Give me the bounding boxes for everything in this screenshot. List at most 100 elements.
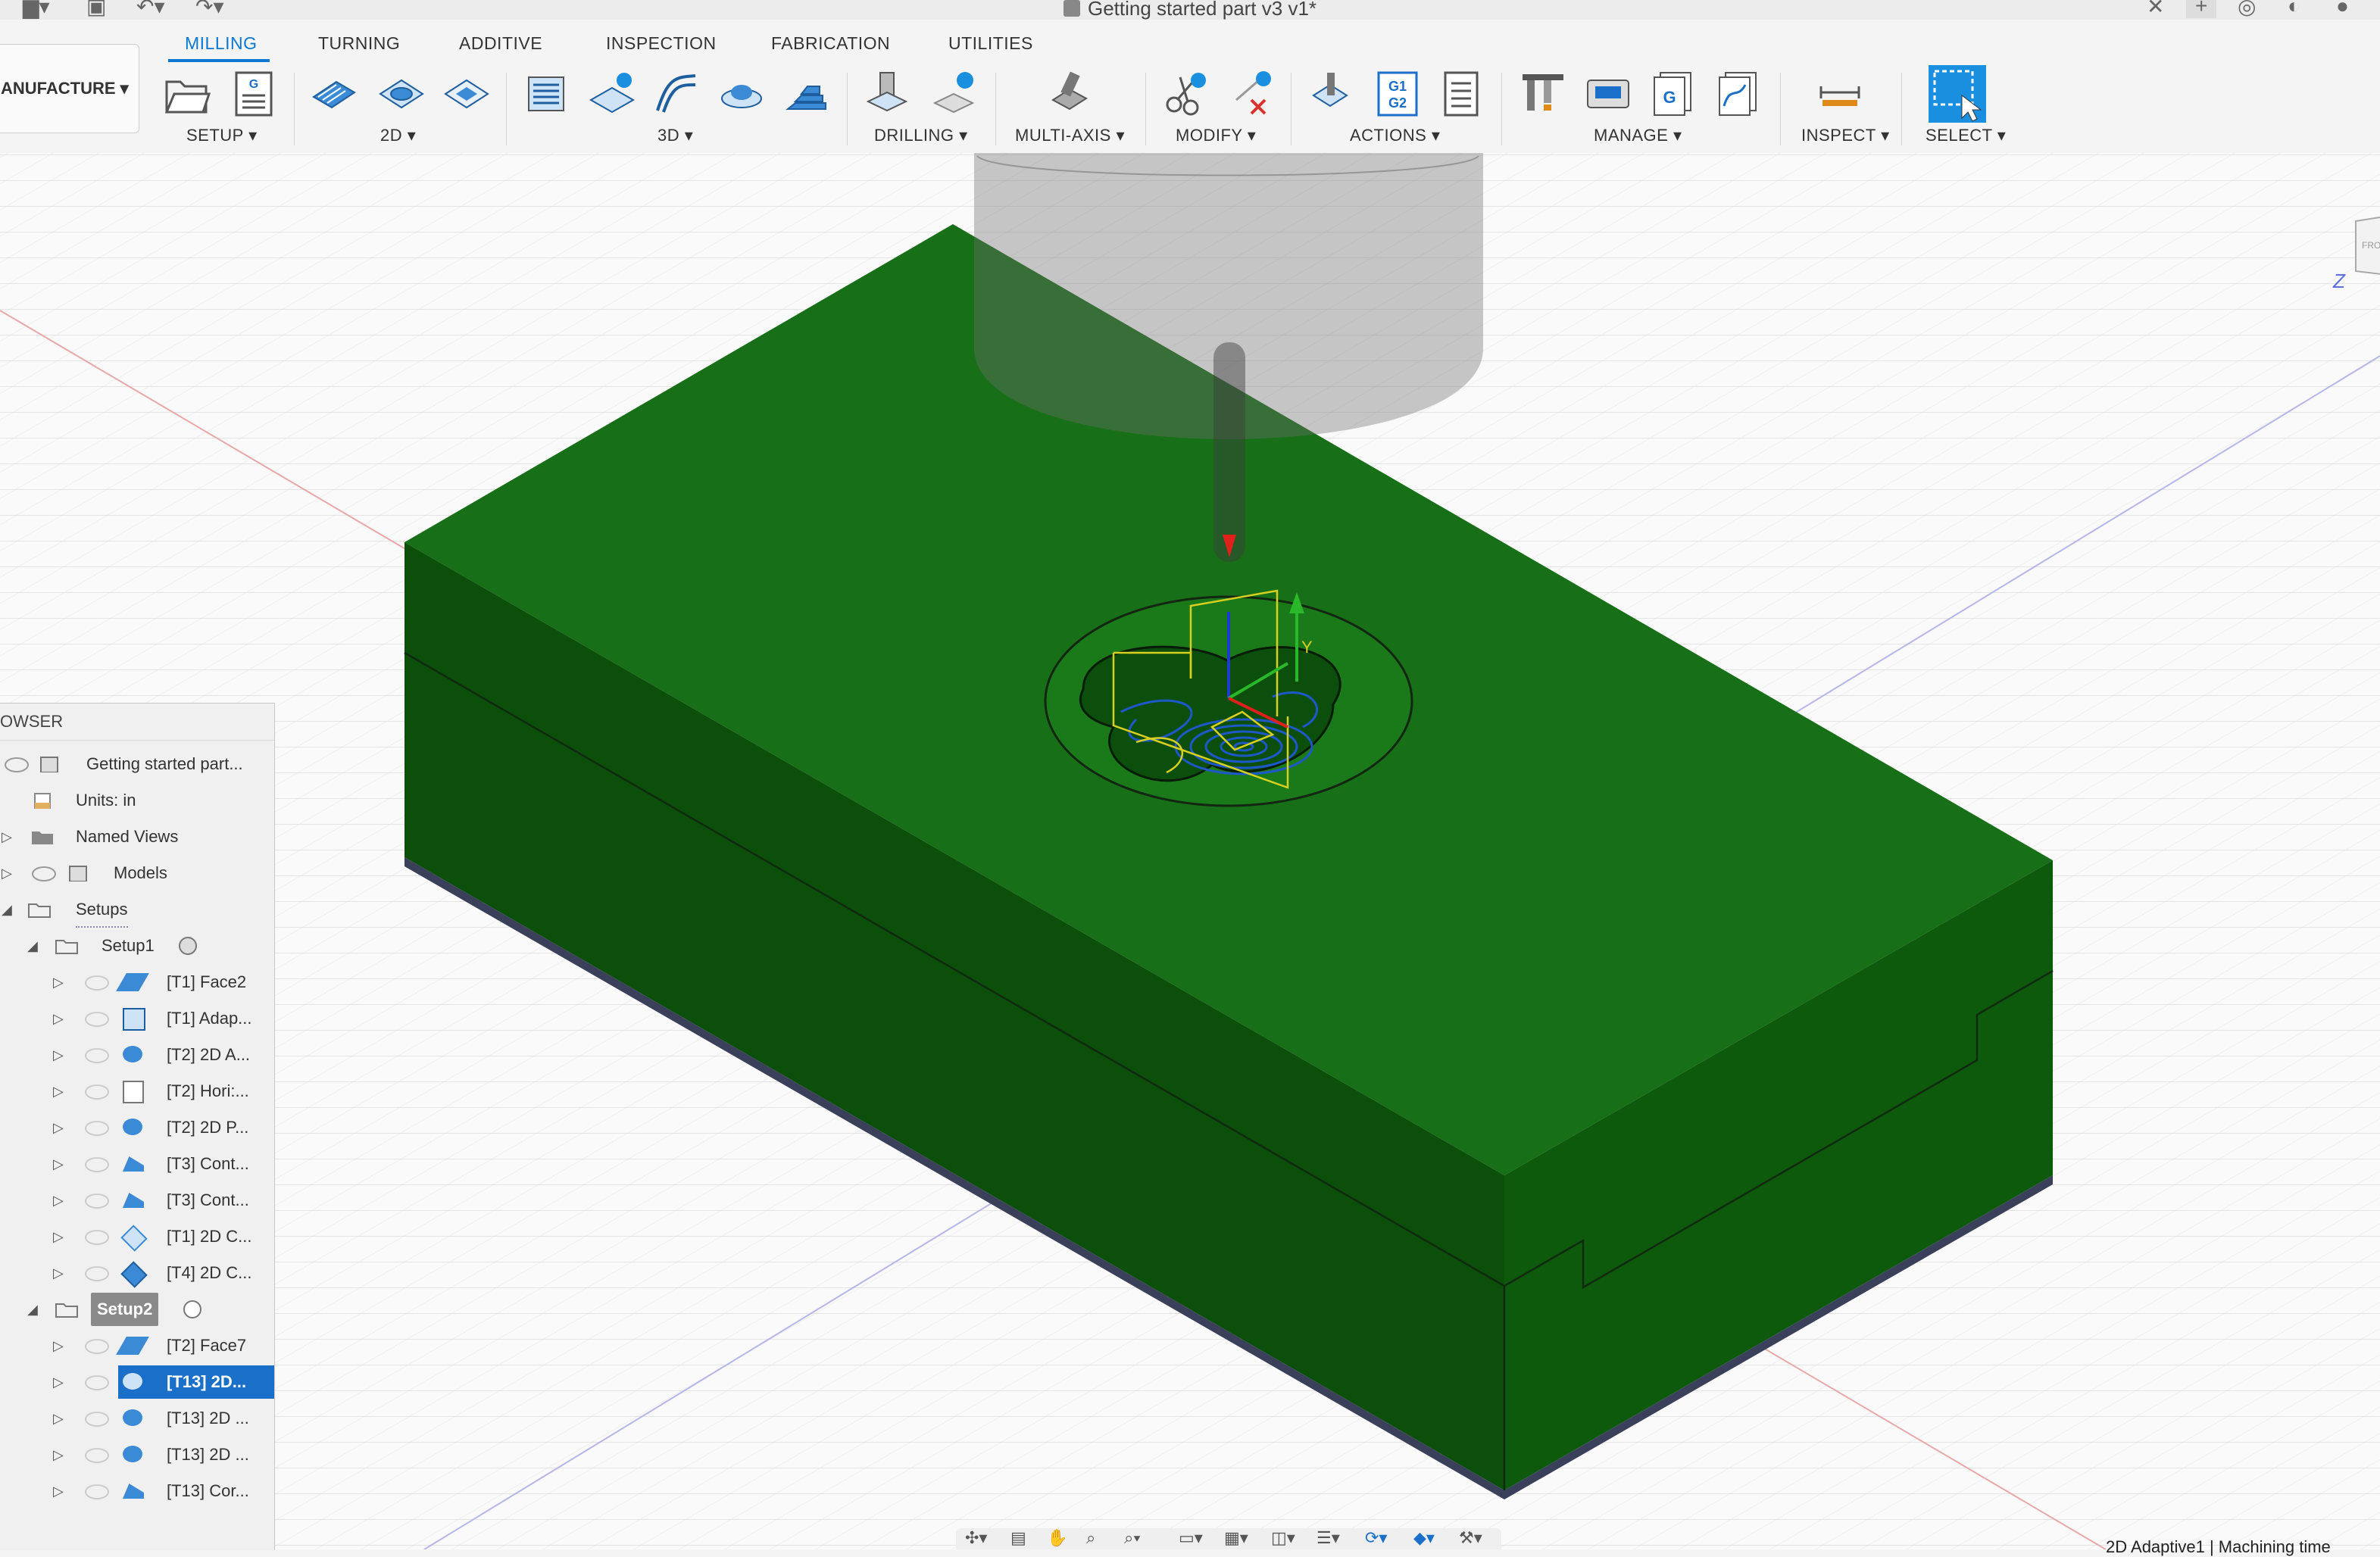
pan-icon[interactable]: ✋	[1047, 1528, 1067, 1548]
zoom-icon[interactable]: ⌕	[1086, 1528, 1095, 1548]
visibility-eye-icon[interactable]	[85, 1084, 109, 1100]
template-library-icon[interactable]	[1715, 70, 1762, 117]
expand-triangle-icon[interactable]: ▷	[53, 1365, 64, 1399]
viewports-icon[interactable]: ◫▾	[1271, 1528, 1295, 1548]
expand-triangle-icon[interactable]: ▷	[2, 820, 12, 853]
browser-operation[interactable]: ▷ [T2] Face7	[0, 1329, 274, 1362]
expand-triangle-icon[interactable]: ▷	[53, 1474, 64, 1508]
look-at-icon[interactable]: ▤	[1010, 1528, 1026, 1548]
expand-triangle-icon[interactable]: ▷	[53, 1038, 64, 1072]
multi-axis-group-label[interactable]: MULTI-AXIS ▾	[1015, 126, 1125, 145]
expand-triangle-icon[interactable]: ▷	[2, 857, 12, 890]
visibility-eye-icon[interactable]	[85, 1012, 109, 1027]
notifications-icon[interactable]: ●	[2336, 0, 2349, 18]
expand-triangle-icon[interactable]: ▷	[53, 1147, 64, 1181]
hole-recognition-icon[interactable]	[930, 70, 977, 117]
drill-icon[interactable]	[864, 70, 910, 117]
expand-triangle-icon[interactable]: ▷	[53, 1438, 64, 1471]
visibility-eye-icon[interactable]	[85, 1048, 109, 1063]
browser-operation[interactable]: ▷ [T1] Adap...	[0, 1002, 274, 1035]
expand-triangle-icon[interactable]: ▷	[53, 1075, 64, 1108]
multi-axis-icon[interactable]	[1045, 70, 1092, 117]
expand-triangle-icon[interactable]: ▷	[53, 1256, 64, 1290]
grid-icon[interactable]: ▦▾	[1224, 1528, 1248, 1548]
collapse-triangle-icon[interactable]: ◢	[2, 893, 12, 926]
visibility-eye-icon[interactable]	[85, 1157, 109, 1172]
scallop-icon[interactable]	[718, 70, 765, 117]
visibility-eye-icon[interactable]	[85, 1193, 109, 1209]
expand-triangle-icon[interactable]: ▷	[53, 1402, 64, 1435]
tab-turning[interactable]: TURNING	[318, 33, 400, 54]
visibility-eye-icon[interactable]	[85, 1266, 109, 1281]
visibility-eye-icon[interactable]	[85, 1375, 109, 1390]
browser-setup2[interactable]: ◢ Setup2	[0, 1293, 274, 1326]
machine-library-icon[interactable]	[1585, 70, 1632, 117]
display-settings-icon[interactable]: ▭▾	[1179, 1528, 1203, 1548]
browser-named-views[interactable]: ▷ Named Views	[0, 820, 274, 853]
setup-active-radio[interactable]	[179, 937, 197, 955]
browser-operation[interactable]: ▷ [T3] Cont...	[0, 1147, 274, 1181]
visibility-eye-icon[interactable]	[5, 757, 29, 772]
inspect-group-label[interactable]: INSPECT ▾	[1801, 126, 1890, 145]
measure-icon[interactable]	[1816, 70, 1863, 117]
layers-icon[interactable]: ☰▾	[1316, 1528, 1340, 1548]
3d-pocket-icon[interactable]	[588, 70, 635, 117]
browser-operation[interactable]: ▷ [T1] 2D C...	[0, 1220, 274, 1253]
tab-milling[interactable]: MILLING	[185, 33, 258, 54]
browser-models[interactable]: ▷ Models	[0, 857, 274, 890]
select-icon[interactable]	[1929, 65, 1986, 123]
expand-triangle-icon[interactable]: ▷	[53, 1002, 64, 1035]
setup-group-label[interactable]: SETUP ▾	[186, 126, 258, 145]
drilling-group-label[interactable]: DRILLING ▾	[874, 126, 968, 145]
face-icon[interactable]	[311, 70, 358, 117]
setup-active-radio[interactable]	[183, 1300, 201, 1318]
delete-icon[interactable]	[1229, 70, 1276, 117]
browser-operation[interactable]: ▷ [T3] Cont...	[0, 1184, 274, 1217]
browser-operation-selected[interactable]: ▷ [T13] 2D...	[0, 1365, 274, 1399]
post-process-icon[interactable]: G1G2	[1374, 70, 1421, 117]
visibility-eye-icon[interactable]	[85, 1230, 109, 1245]
nc-program-icon[interactable]: G	[230, 70, 277, 117]
browser-operation[interactable]: ▷ [T1] Face2	[0, 966, 274, 999]
expand-triangle-icon[interactable]: ▷	[53, 1184, 64, 1217]
browser-setup1[interactable]: ◢ Setup1	[0, 929, 274, 963]
cut-icon[interactable]	[1162, 70, 1209, 117]
browser-units[interactable]: Units: in	[0, 784, 274, 817]
expand-triangle-icon[interactable]: ▷	[53, 1220, 64, 1253]
tool-display-icon[interactable]: ⚒▾	[1459, 1528, 1482, 1548]
manage-group-label[interactable]: MANAGE ▾	[1594, 126, 1682, 145]
stock-display-icon[interactable]: ◆▾	[1413, 1528, 1435, 1548]
visibility-eye-icon[interactable]	[85, 1412, 109, 1427]
post-library-icon[interactable]: G	[1650, 70, 1697, 117]
browser-operation[interactable]: ▷ [T2] 2D P...	[0, 1111, 274, 1144]
visibility-eye-icon[interactable]	[85, 975, 109, 991]
setup-sheet-icon[interactable]	[1438, 70, 1485, 117]
tab-utilities[interactable]: UTILITIES	[948, 33, 1033, 54]
view-cube[interactable]: FRO	[2348, 214, 2380, 282]
close-tab-icon[interactable]: ✕	[2147, 0, 2164, 19]
browser-operation[interactable]: ▷ [T13] 2D ...	[0, 1402, 274, 1435]
tab-additive[interactable]: ADDITIVE	[459, 33, 542, 54]
tab-inspection[interactable]: INSPECTION	[606, 33, 717, 54]
3d-viewport[interactable]: Y	[0, 153, 2380, 1549]
3d-group-label[interactable]: 3D ▾	[657, 126, 693, 145]
tool-library-icon[interactable]	[1520, 70, 1566, 117]
visibility-eye-icon[interactable]	[85, 1121, 109, 1136]
canvas-scene[interactable]: Y	[0, 153, 2380, 1549]
pocket-icon[interactable]	[442, 70, 489, 117]
folder-setup-icon[interactable]	[164, 70, 211, 117]
expand-triangle-icon[interactable]: ▷	[53, 966, 64, 999]
refresh-icon[interactable]: ⟳▾	[1365, 1528, 1387, 1548]
simulate-icon[interactable]	[1309, 70, 1356, 117]
orbit-icon[interactable]: ✣▾	[965, 1528, 987, 1548]
browser-operation[interactable]: ▷ [T2] 2D A...	[0, 1038, 274, 1072]
browser-operation[interactable]: ▷ [T13] 2D ...	[0, 1438, 274, 1471]
collapse-triangle-icon[interactable]: ◢	[27, 929, 38, 963]
adaptive-clearing-icon[interactable]	[377, 70, 424, 117]
parallel-icon[interactable]	[653, 70, 700, 117]
zoom-window-icon[interactable]: ⌕▾	[1124, 1528, 1141, 1548]
browser-operation[interactable]: ▷ [T2] Hori:...	[0, 1075, 274, 1108]
actions-group-label[interactable]: ACTIONS ▾	[1350, 126, 1440, 145]
modify-group-label[interactable]: MODIFY ▾	[1176, 126, 1256, 145]
expand-triangle-icon[interactable]: ▷	[53, 1111, 64, 1144]
